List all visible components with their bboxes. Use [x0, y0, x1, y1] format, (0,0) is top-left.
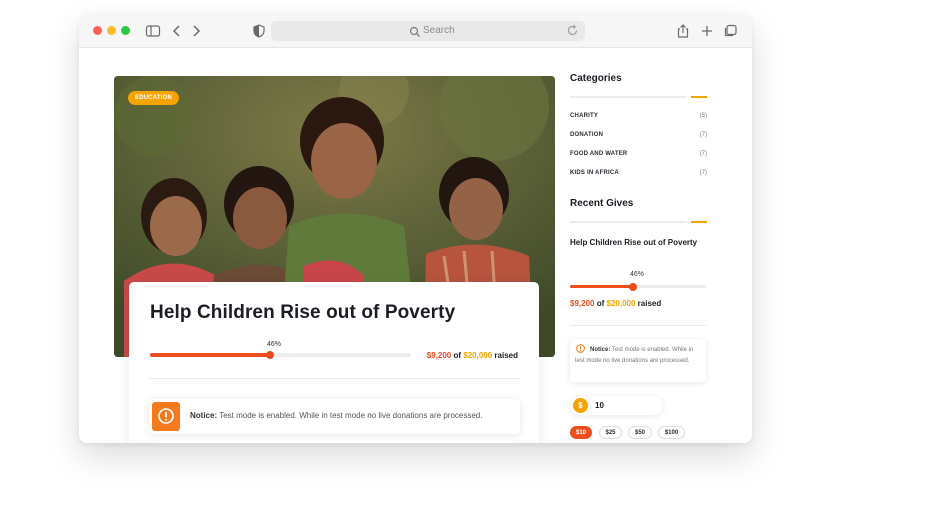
- categories-rule-accent: [691, 96, 707, 98]
- category-name[interactable]: KIDS IN AFRICA: [570, 170, 619, 176]
- preset-amount-button[interactable]: $10: [570, 426, 592, 439]
- shield-icon[interactable]: [251, 23, 267, 39]
- category-count: (7): [699, 151, 707, 157]
- notice-message: Test mode is enabled. While in test mode…: [219, 411, 483, 420]
- recent-of-text: of: [596, 299, 605, 308]
- progress-percent-label: 46%: [267, 341, 282, 348]
- campaign-card: Help Children Rise out of Poverty 46% $9…: [129, 282, 539, 443]
- category-name[interactable]: DONATION: [570, 132, 603, 138]
- donation-amount-value[interactable]: 10: [595, 401, 604, 410]
- recent-raised-amount: $9,200: [570, 299, 595, 308]
- address-bar[interactable]: Search: [271, 21, 585, 41]
- preset-amount-button[interactable]: $25: [599, 426, 622, 439]
- of-text: of: [453, 351, 462, 360]
- back-icon[interactable]: [169, 23, 185, 39]
- sidebar-test-mode-notice: Notice: Test mode is enabled. While in t…: [570, 339, 706, 382]
- raised-amount: $9,200: [426, 351, 452, 360]
- close-window-button[interactable]: [93, 26, 102, 35]
- recent-progress-fill: [570, 285, 633, 288]
- card-divider: [149, 378, 520, 379]
- zoom-window-button[interactable]: [121, 26, 130, 35]
- category-count: (7): [699, 132, 707, 138]
- sidebar-divider: [570, 325, 706, 326]
- recent-give-title[interactable]: Help Children Rise out of Poverty: [570, 236, 700, 249]
- browser-window: Search EDUCATION Help Children Rise out …: [79, 14, 752, 443]
- sidebar-notice-text: Notice: Test mode is enabled. While in t…: [575, 345, 701, 367]
- recent-goal-amount: $20,000: [606, 299, 636, 308]
- notice-label: Notice:: [190, 411, 218, 420]
- recent-raised-summary: $9,200 of $20,000 raised: [570, 299, 661, 308]
- progress-knob: [266, 351, 274, 359]
- forward-icon[interactable]: [188, 23, 204, 39]
- reload-icon[interactable]: [566, 24, 579, 37]
- donation-amount-input[interactable]: $ 10: [570, 396, 663, 415]
- browser-toolbar: Search: [79, 14, 752, 48]
- preset-amount-button[interactable]: $50: [628, 426, 652, 439]
- sidebar-toggle-icon[interactable]: [145, 23, 161, 39]
- recent-progress-percent-label: 46%: [630, 271, 645, 278]
- recent-gives-heading: Recent Gives: [570, 198, 634, 209]
- category-item[interactable]: DONATION (7): [570, 132, 707, 142]
- minimize-window-button[interactable]: [107, 26, 116, 35]
- progress-fill: [150, 353, 270, 357]
- recent-gives-rule: [570, 221, 687, 223]
- recent-gives-rule-accent: [691, 221, 707, 223]
- goal-amount: $20,000: [463, 351, 493, 360]
- raised-summary: $9,200 of $20,000 raised: [427, 351, 518, 360]
- notice-icon-box: [152, 402, 180, 431]
- test-mode-notice: Notice: Test mode is enabled. While in t…: [149, 399, 520, 434]
- search-icon: [409, 25, 421, 37]
- category-item[interactable]: FOOD AND WATER (7): [570, 151, 707, 161]
- address-bar-placeholder: Search: [423, 25, 455, 36]
- sidebar-notice-label: Notice:: [590, 347, 611, 353]
- campaign-title: Help Children Rise out of Poverty: [150, 302, 456, 323]
- category-item[interactable]: CHARITY (5): [570, 113, 707, 123]
- recent-progress-knob: [629, 282, 637, 291]
- raised-text: raised: [494, 351, 518, 360]
- category-count: (7): [699, 170, 707, 176]
- share-icon[interactable]: [675, 23, 691, 39]
- category-name[interactable]: CHARITY: [570, 113, 598, 119]
- category-name[interactable]: FOOD AND WATER: [570, 151, 627, 157]
- recent-raised-text: raised: [637, 299, 662, 308]
- category-count: (5): [699, 113, 707, 119]
- alert-icon: [158, 408, 174, 424]
- notice-text: Notice: Test mode is enabled. While in t…: [190, 411, 482, 420]
- new-tab-icon[interactable]: [699, 23, 715, 39]
- tab-overview-icon[interactable]: [722, 23, 738, 39]
- category-item[interactable]: KIDS IN AFRICA (7): [570, 170, 707, 180]
- categories-heading: Categories: [570, 73, 622, 84]
- category-badge[interactable]: EDUCATION: [128, 91, 180, 105]
- currency-symbol: $: [573, 398, 588, 413]
- categories-rule: [570, 96, 687, 98]
- preset-amount-button[interactable]: $100: [658, 426, 685, 439]
